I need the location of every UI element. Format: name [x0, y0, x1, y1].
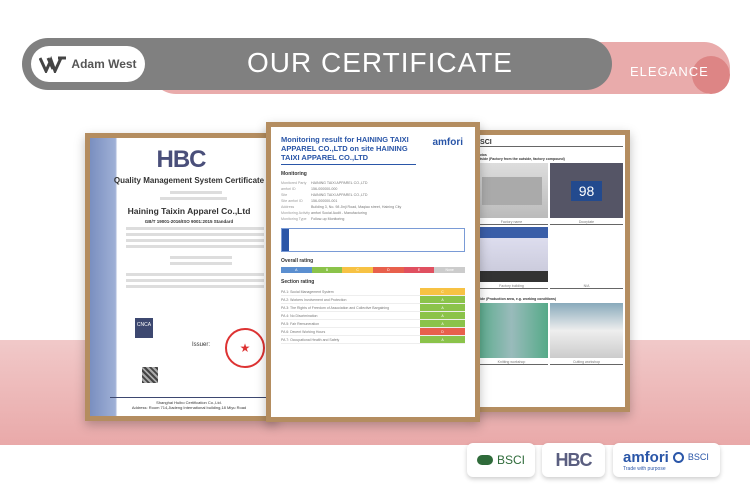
amfori-certificate[interactable]: Monitoring result for HAINING TAIXI APPA… [266, 122, 480, 422]
cert-standard: GB/T 19001-2016/ISO 9001:2015 Standard [144, 219, 234, 224]
bsci-badge-label: BSCI [496, 453, 525, 467]
page-title: OUR CERTIFICATE [247, 47, 513, 78]
rating-segment: A [281, 267, 312, 273]
cert-address: Address: Room 714,Jiadeng International … [131, 405, 247, 410]
bsci-report[interactable]: BSCI Photos Outside (Factory from the ou… [468, 130, 630, 412]
section-rating-heading: Section rating [281, 279, 315, 285]
rating-segment: D [373, 267, 404, 273]
info-note [281, 228, 465, 252]
hbc-badge[interactable]: HBC [542, 443, 605, 477]
amfori-badge[interactable]: amfori BSCI Trade with purpose [613, 443, 720, 477]
rating-segment: C [342, 267, 374, 273]
amfori-logo: amfori [432, 137, 463, 148]
photo-caption: Cutting workshop [550, 360, 623, 365]
amfori-bsci-label: BSCI [687, 452, 709, 462]
photo-caption: N/A [550, 284, 623, 289]
photo-caption: Factory building [475, 284, 548, 289]
photo-caption: Doorplate [550, 220, 623, 225]
cert-company: Haining Taixin Apparel Co.,Ltd [127, 206, 251, 216]
hbc-badge-label: HBC [555, 449, 593, 470]
report-title: Monitoring result for HAINING TAIXI APPA… [281, 135, 416, 165]
qr-code-icon [142, 367, 158, 383]
section-rating-row: PA 4: No Discrimination A [281, 312, 465, 320]
cnca-logo: CNCA [135, 318, 153, 338]
photo-caption: Factory name [475, 220, 548, 225]
rating-segment: E [403, 267, 435, 273]
section-rating-row: PA 5: Fair Remuneration A [281, 320, 465, 328]
hbc-logo: HBC [156, 146, 207, 173]
outside-label: Outside (Factory from the outside, facto… [475, 157, 565, 161]
section-rating-row: PA 3: The Rights of Freedom of Associati… [281, 304, 465, 312]
inside-label: Inside (Production area, e.g. working co… [475, 297, 557, 301]
doorplate-number: 98 [570, 180, 603, 201]
section-rating-row: PA 1: Social Management System C [281, 288, 465, 296]
photo-caption: Knitting workshop [475, 360, 548, 365]
brand-mark-icon [39, 56, 67, 73]
section-heading: Monitoring [281, 171, 307, 177]
rating-segment: None [434, 267, 466, 273]
amfori-ring-icon [672, 451, 684, 463]
amfori-tagline: Trade with purpose [623, 465, 666, 472]
amfori-badge-label: amfori [623, 448, 669, 466]
issuer-label: Issuer: [192, 342, 211, 348]
overall-rating-heading: Overall rating [281, 258, 314, 264]
cert-title: Quality Management System Certificate [113, 176, 265, 185]
section-rating-row: PA 2: Workers Involvement and Protection… [281, 296, 465, 304]
overall-rating-bar: A B C D E None [281, 267, 466, 273]
stamp-icon: ★ [225, 328, 265, 368]
brand-logo[interactable]: Adam West [31, 46, 145, 82]
rating-segment: B [311, 267, 343, 273]
section-rating-row: PA 6: Decent Working Hours D [281, 328, 465, 336]
globe-icon [476, 455, 493, 465]
monitoring-row: Monitoring Type Follow-up Monitoring [281, 217, 345, 221]
bsci-badge[interactable]: BSCI [467, 443, 535, 477]
tagline: ELEGANCE [630, 64, 709, 79]
section-rating-row: PA 7: Occupational Health and Safety A [281, 336, 465, 344]
hbc-certificate[interactable]: HBC Quality Management System Certificat… [85, 133, 277, 421]
brand-name: Adam West [71, 57, 137, 71]
